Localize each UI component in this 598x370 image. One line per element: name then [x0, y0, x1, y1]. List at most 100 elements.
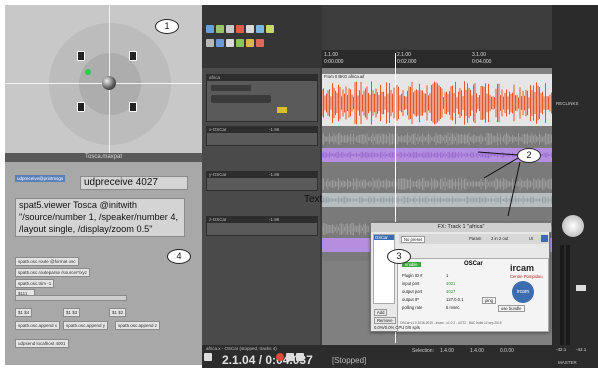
toolbar-icon[interactable] [256, 25, 264, 33]
callout-4: 4 [167, 249, 191, 264]
param-value[interactable]: 5 msec [446, 305, 460, 310]
reaper-toolbar [202, 5, 322, 68]
osc-trim-object[interactable]: spat5.osc.trim -1 [15, 279, 55, 288]
spat-viewer-object[interactable]: spat5.viewer Tosca @initwith "/source/nu… [15, 198, 185, 237]
transport-button-icon[interactable] [204, 353, 212, 361]
osc-append-x-object[interactable]: spat5.osc.append x [15, 321, 61, 330]
track-header-y[interactable]: y-OSCar -1.86 [206, 171, 318, 191]
param-label: input port [402, 281, 420, 286]
master-mixer: RECLINKS -42.1 -42.1 MASTER [552, 5, 598, 368]
use-bundle-button[interactable]: use bundle [498, 305, 525, 312]
mixer-label: MASTER [558, 360, 577, 365]
unpack-object-x[interactable]: $1 $4 [15, 308, 33, 317]
toolbar-icon[interactable] [236, 25, 244, 33]
oscar-plugin-panel: enable OSCar Plugin ID # 1 input port 40… [397, 258, 549, 332]
fx-chain-list[interactable]: OSCar [373, 234, 395, 304]
speaker-icon[interactable] [77, 51, 85, 61]
ping-button[interactable]: ping [482, 297, 496, 304]
io-button[interactable]: 2 in 2 out [491, 236, 508, 241]
ruler-mark: 2.1.00 [397, 52, 411, 58]
track-buttons[interactable] [211, 85, 251, 91]
track-header-x[interactable]: x-OSCar -1.86 [206, 126, 318, 146]
record-button-icon[interactable] [276, 353, 284, 361]
meter-value: -42.1 [556, 347, 567, 352]
toolbar-icon[interactable] [216, 39, 224, 47]
track-header-z[interactable]: z-OSCar -1.86 [206, 216, 318, 236]
fx-plugin-window[interactable]: FX: Track 1 "africa" OSCar No preset Par… [370, 222, 551, 332]
ircam-logo-badge: ircam [512, 281, 534, 303]
param-value[interactable]: 4027 [446, 289, 455, 294]
spat-viewer-panel[interactable]: 1 [5, 5, 202, 153]
source-point[interactable] [85, 69, 91, 75]
ruler-mark: 3.1.00 [472, 52, 486, 58]
stop-button-icon[interactable] [296, 353, 304, 361]
fx-controls-row: No preset Param 2 in 2 out UI [399, 234, 549, 244]
ui-button[interactable]: UI [529, 236, 533, 241]
selection-start[interactable]: 1.4.00 [440, 348, 454, 354]
param-label: output IP [402, 297, 419, 302]
track-name[interactable]: z-OSCar [207, 217, 317, 223]
toolbar-icon[interactable] [236, 39, 244, 47]
param-value[interactable]: 127.0.0.1 [446, 297, 463, 302]
timeline-ruler[interactable]: 1.1.00 0:00.000 2.1.00 0:02.000 3.1.00 0… [322, 50, 552, 68]
param-value[interactable]: 1 [446, 273, 448, 278]
track-volume[interactable]: -1.86 [267, 172, 280, 178]
toolbar-icon[interactable] [226, 25, 234, 33]
toolbar-icon[interactable] [206, 39, 214, 47]
toolbar-icon[interactable] [256, 39, 264, 47]
africa-waveform [322, 81, 552, 125]
track-volume[interactable]: -1.86 [267, 217, 280, 223]
fx-button[interactable] [277, 107, 287, 113]
param-button[interactable]: Param [469, 236, 481, 241]
toolbar-icon[interactable] [266, 25, 274, 33]
selection-length[interactable]: 0.0.00 [500, 348, 514, 354]
bypass-checkbox[interactable] [541, 235, 548, 242]
toolbar-icon[interactable] [206, 25, 214, 33]
audio-item-africa[interactable]: From 0 BKG africa.aif [322, 74, 552, 126]
toolbar-icon[interactable] [226, 39, 234, 47]
track-name[interactable]: africa [207, 75, 317, 81]
toolbar-icon[interactable] [246, 25, 254, 33]
plugin-title: OSCar [464, 261, 483, 267]
patcher-titlebar: Tosca.maxpat [5, 153, 202, 162]
param-value[interactable]: 4001 [446, 281, 455, 286]
osc-append-y-object[interactable]: spat5.osc.append y [63, 321, 109, 330]
osc-route-object[interactable]: spat5.osc.route @format osc [15, 257, 79, 266]
udpsend-object[interactable]: udpsend localhost 4001 [15, 339, 69, 348]
track-info: africa.x - OSCar (stopped, tracks 4) [206, 346, 277, 351]
fx-chain-item[interactable]: OSCar [374, 235, 394, 240]
add-fx-button[interactable]: Add [374, 309, 388, 316]
unpack-object-z[interactable]: $1 $2 [109, 308, 127, 317]
preset-dropdown[interactable]: No preset [401, 236, 426, 243]
track-header-africa[interactable]: africa [206, 74, 318, 122]
callout-3: 3 [387, 249, 411, 264]
osc-routeparse-object[interactable]: spat5.osc.routeparse /source/*/xyz [15, 268, 91, 277]
osc-append-z-object[interactable]: spat5.osc.append z [115, 321, 161, 330]
udpreceive-object[interactable]: udpreceive 4027 [80, 176, 188, 190]
volume-fader[interactable] [576, 285, 586, 291]
track-name[interactable]: x-OSCar [207, 127, 317, 133]
param-label: polling rate [402, 305, 423, 310]
item-label: From 0 BKG africa.aif [324, 74, 365, 79]
speaker-icon[interactable] [129, 102, 137, 112]
level-meter [560, 245, 564, 345]
mixer-label: RECLINKS [556, 101, 579, 106]
fx-window-title[interactable]: FX: Track 1 "africa" [371, 223, 551, 232]
speaker-icon[interactable] [77, 102, 85, 112]
play-button-icon[interactable] [286, 353, 294, 361]
toolbar-icon[interactable] [246, 39, 254, 47]
record-arm-button[interactable] [211, 95, 271, 103]
track-name[interactable]: y-OSCar [207, 172, 317, 178]
remove-fx-button[interactable]: Remove [374, 317, 396, 324]
pan-knob[interactable] [562, 215, 584, 237]
patcher-slider[interactable] [15, 295, 127, 301]
max-patcher-window: Tosca.maxpat udpreceive@printmsgs udprec… [5, 153, 202, 365]
track-volume[interactable]: -1.86 [267, 127, 280, 133]
ruler-time: 0:02.000 [397, 59, 417, 65]
unpack-object-y[interactable]: $1 $3 [63, 308, 81, 317]
meter-value: -42.1 [576, 347, 587, 352]
selection-end[interactable]: 1.4.00 [470, 348, 484, 354]
speaker-icon[interactable] [129, 51, 137, 61]
toolbar-icon[interactable] [216, 25, 224, 33]
printmsgs-message[interactable]: udpreceive@printmsgs [15, 175, 66, 182]
